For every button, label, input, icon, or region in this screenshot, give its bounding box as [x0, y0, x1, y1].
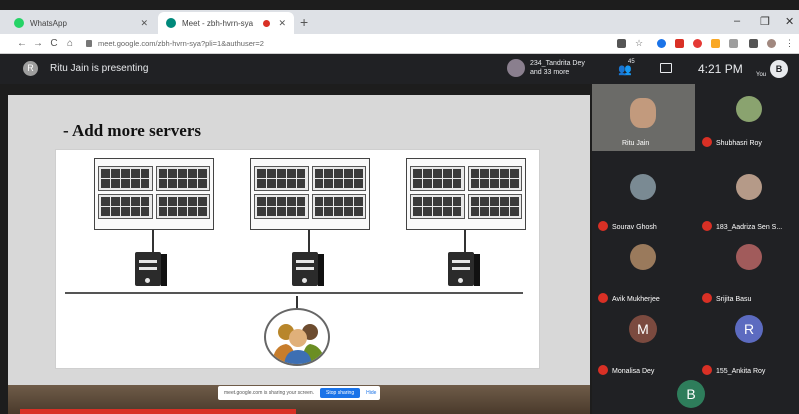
server-rack	[406, 158, 526, 230]
mic-off-icon	[598, 293, 608, 303]
participants-summary[interactable]: 234_Tandrita Dey and 33 more	[530, 59, 585, 77]
users-icon	[264, 308, 330, 366]
participant-name: Sourav Ghosh	[612, 224, 657, 231]
puzzle-icon[interactable]	[749, 39, 758, 48]
participant-avatar	[736, 96, 762, 122]
clock: 4:21 PM	[698, 62, 743, 76]
participant-tile[interactable]: Shubhasri Roy	[696, 84, 799, 151]
participant-name: Shubhasri Roy	[716, 140, 762, 147]
tab-whatsapp[interactable]: WhatsApp ✕	[6, 12, 156, 34]
url-field[interactable]: meet.google.com/zbh-hvrn-sya?pli=1&authu…	[86, 39, 264, 48]
participant-name: 183_Aadriza Sen S...	[716, 224, 783, 231]
chat-icon[interactable]	[660, 63, 672, 73]
recording-dot-icon	[263, 19, 271, 27]
back-button[interactable]: ←	[14, 38, 30, 49]
slide-title: - Add more servers	[63, 121, 202, 140]
participant-thumbnail	[507, 59, 525, 77]
participant-tile[interactable]: Srijita Basu	[696, 240, 799, 307]
mic-off-icon	[702, 293, 712, 303]
progress-bar	[20, 409, 296, 414]
server-rack	[250, 158, 370, 230]
extension-icon[interactable]	[711, 39, 720, 48]
participant-tile[interactable]: M Monalisa Dey	[592, 312, 695, 379]
connector-line	[464, 230, 466, 252]
screen: WhatsApp ✕ Meet - zbh-hvrn-sya ✕ + – ❐ ✕…	[0, 0, 799, 414]
participant-avatar	[736, 244, 762, 270]
presenter-label: Ritu Jain is presenting	[50, 63, 149, 74]
participant-avatar: R	[735, 315, 763, 343]
participant-name: Ritu Jain	[622, 140, 650, 147]
participant-avatar: B	[677, 380, 705, 408]
presenter-avatar: R	[23, 61, 38, 76]
maximize-button[interactable]: ❐	[760, 15, 770, 28]
menu-icon[interactable]: ⋮	[785, 38, 794, 48]
participant-tile[interactable]: Sourav Ghosh	[592, 168, 695, 235]
close-icon[interactable]: ✕	[140, 18, 148, 29]
participant-name: Monalisa Dey	[612, 368, 655, 375]
participant-video	[630, 98, 656, 128]
hide-button[interactable]: Hide	[366, 390, 376, 396]
participant-grid: Ritu Jain Shubhasri Roy Sourav Ghosh 183…	[592, 84, 799, 414]
mic-off-icon	[702, 365, 712, 375]
participant-name: 155_Ankita Roy	[716, 368, 766, 375]
url-text: meet.google.com/zbh-hvrn-sya?pli=1&authu…	[98, 39, 264, 48]
participant-avatar	[736, 174, 762, 200]
server-icon	[446, 252, 482, 286]
participant-name: 234_Tandrita Dey	[530, 60, 585, 67]
whatsapp-icon	[14, 18, 24, 28]
camera-icon[interactable]	[617, 39, 626, 48]
reload-button[interactable]: C	[46, 38, 62, 49]
new-tab-button[interactable]: +	[300, 14, 308, 30]
you-label: You	[756, 72, 767, 78]
people-count: 45	[628, 59, 635, 65]
close-icon[interactable]: ✕	[278, 18, 286, 29]
extension-icon[interactable]	[675, 39, 684, 48]
tab-label: Meet - zbh-hvrn-sya	[182, 18, 254, 28]
mic-off-icon	[702, 137, 712, 147]
server-icon	[290, 252, 326, 286]
connector-line	[152, 230, 154, 252]
server-rack	[94, 158, 214, 230]
participant-tile[interactable]: B	[644, 380, 747, 414]
meet-icon	[166, 18, 176, 28]
mic-off-icon	[702, 221, 712, 231]
tab-meet[interactable]: Meet - zbh-hvrn-sya ✕	[158, 12, 294, 34]
server-icon	[133, 252, 169, 286]
participant-avatar	[630, 244, 656, 270]
profile-icon[interactable]	[767, 39, 776, 48]
lock-icon	[86, 40, 92, 47]
participant-more: and 33 more	[530, 69, 570, 76]
participant-tile[interactable]: 183_Aadriza Sen S...	[696, 168, 799, 235]
screen-share-bar: meet.google.com is sharing your screen. …	[218, 386, 380, 400]
network-line	[65, 292, 523, 294]
participant-avatar: M	[629, 315, 657, 343]
share-message: meet.google.com is sharing your screen.	[224, 390, 315, 396]
participant-tile[interactable]: Avik Mukherjee	[592, 240, 695, 307]
participant-tile[interactable]: R 155_Ankita Roy	[696, 312, 799, 379]
participant-avatar	[630, 174, 656, 200]
meet-top-bar: R Ritu Jain is presenting 234_Tandrita D…	[0, 54, 799, 84]
mic-off-icon	[598, 365, 608, 375]
mic-off-icon	[598, 221, 608, 231]
participant-tile[interactable]: Ritu Jain	[592, 84, 695, 151]
stop-sharing-button[interactable]: Stop sharing	[320, 388, 361, 398]
extension-icon[interactable]	[729, 39, 738, 48]
minimize-button[interactable]: –	[734, 15, 740, 27]
participant-name: Avik Mukherjee	[612, 296, 660, 303]
extension-icon[interactable]	[657, 39, 666, 48]
browser-tab-bar: WhatsApp ✕ Meet - zbh-hvrn-sya ✕ + – ❐ ✕	[0, 10, 799, 34]
home-button[interactable]: ⌂	[62, 38, 78, 49]
connector-line	[308, 230, 310, 252]
extension-icon[interactable]	[693, 39, 702, 48]
tab-label: WhatsApp	[30, 18, 67, 28]
address-bar: ← → C ⌂ meet.google.com/zbh-hvrn-sya?pli…	[0, 34, 799, 54]
close-window-button[interactable]: ✕	[785, 15, 794, 28]
self-avatar[interactable]: B	[770, 60, 788, 78]
star-icon[interactable]: ☆	[635, 38, 644, 48]
forward-button[interactable]: →	[30, 38, 46, 49]
participant-name: Srijita Basu	[716, 296, 752, 303]
